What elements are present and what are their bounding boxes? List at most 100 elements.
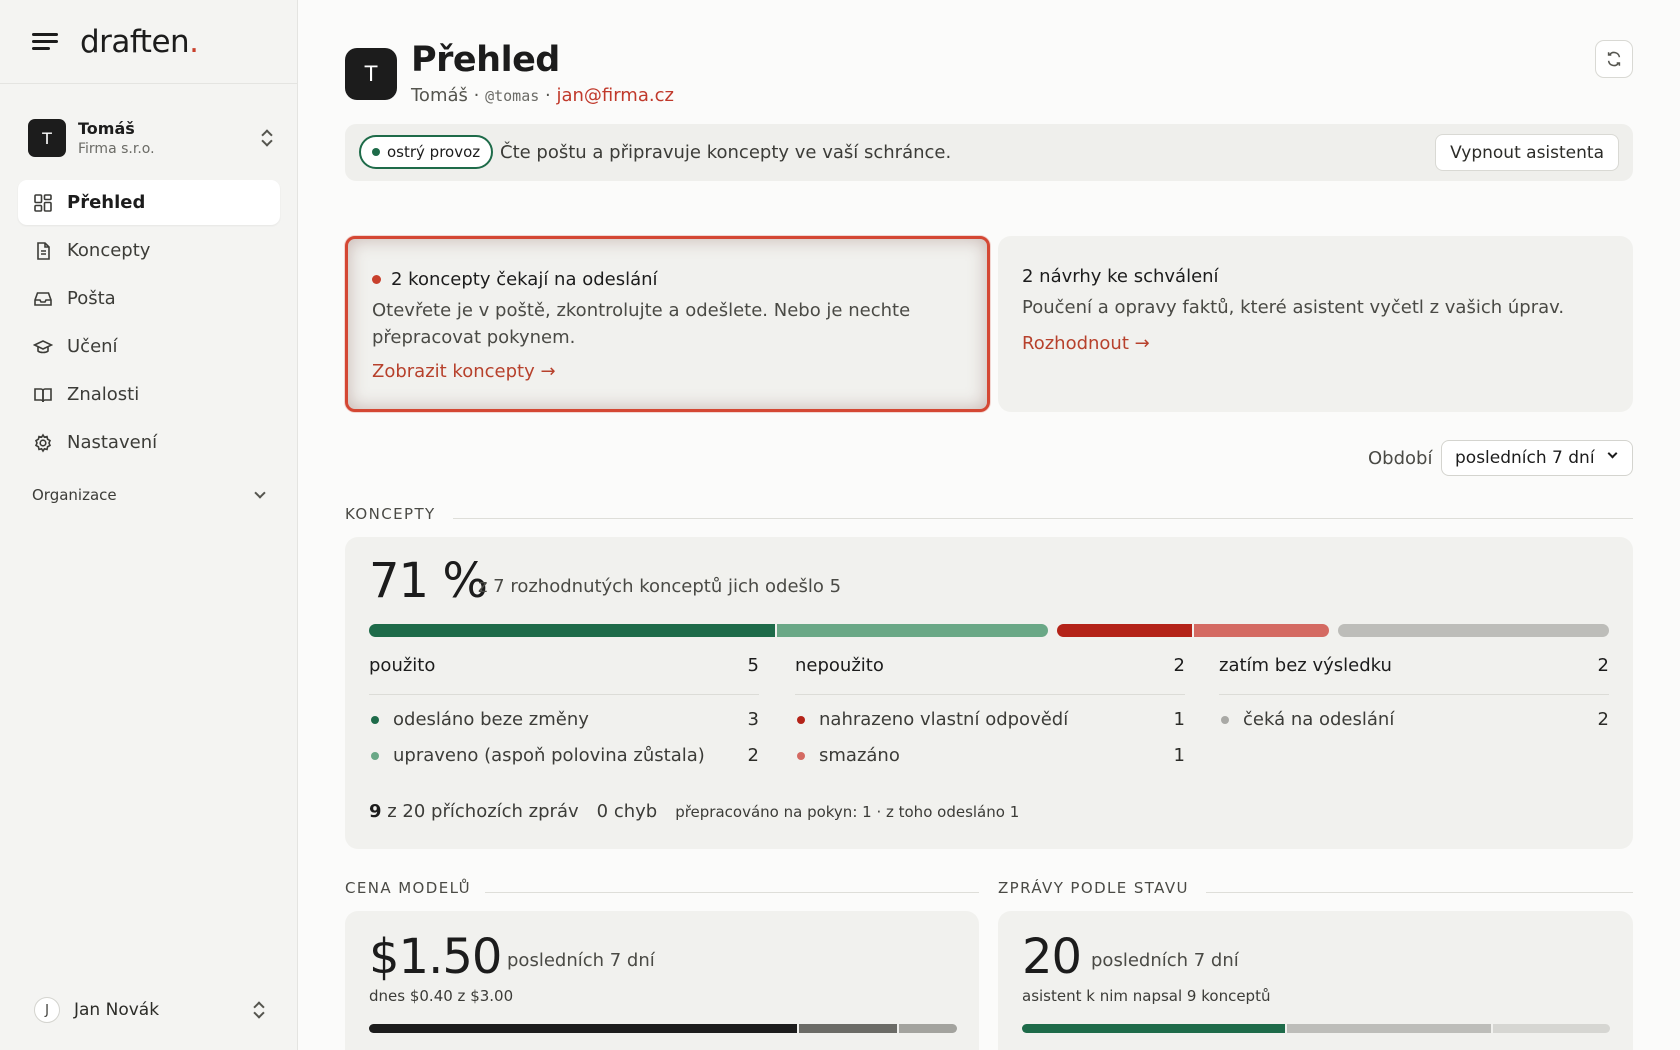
document-icon [33, 241, 53, 261]
messages-period: posledních 7 dní [1091, 950, 1239, 971]
drafts-waiting-title: 2 koncepty čekají na odeslání [372, 269, 658, 290]
refresh-button[interactable] [1595, 40, 1633, 78]
page-header: T Přehled Tomáš · @tomas · jan@firma.cz [345, 40, 1633, 112]
sidebar-item-prehled[interactable]: Přehled [18, 180, 280, 225]
chevron-down-icon [1607, 448, 1618, 459]
reworked-stats: přepracováno na pokyn: 1 · z toho odeslá… [675, 803, 1020, 821]
column-used: použito 5 odesláno beze změny 3 upraveno (… [369, 655, 759, 773]
column-pending: zatím bez výsledku 2 čeká na odeslání 2 [1219, 655, 1609, 737]
drafts-waiting-card: 2 koncepty čekají na odeslání Otevřete j… [345, 236, 990, 412]
bar-seg-replaced [1056, 624, 1192, 637]
assistant-status-bar: ostrý provoz Čte poštu a připravuje konc… [345, 124, 1633, 181]
org-subtitle: Firma s.r.o. [78, 141, 155, 157]
refresh-icon [1607, 51, 1621, 67]
org-avatar: T [28, 119, 66, 157]
page-meta: Tomáš · @tomas · jan@firma.cz [411, 85, 674, 106]
chevron-down-icon [254, 487, 266, 499]
row-deleted: smazáno 1 [795, 737, 1185, 773]
section-cost-label: CENA MODELŮ [345, 879, 471, 897]
section-divider [485, 892, 979, 893]
bar-seg-edited [777, 624, 1048, 637]
cost-seg-3 [898, 1024, 957, 1033]
row-sent-unchanged: odesláno beze změny 3 [369, 701, 759, 737]
column-pending-header: zatím bez výsledku 2 [1219, 655, 1609, 695]
disable-assistant-button[interactable]: Vypnout asistenta [1435, 134, 1619, 171]
status-description: Čte poštu a připravuje koncepty ve vaší … [500, 142, 952, 163]
status-badge: ostrý provoz [359, 135, 494, 169]
bar-seg-sent-unchanged [369, 624, 775, 637]
bar-seg-pending [1338, 624, 1609, 637]
sidebar-item-uceni[interactable]: Učení [18, 324, 280, 369]
messages-card: 20 posledních 7 dní asistent k nim napsa… [998, 911, 1633, 1050]
show-drafts-link[interactable]: Zobrazit koncepty → [372, 361, 556, 382]
legend-dot [797, 716, 805, 724]
sidebar-item-label: Koncepty [67, 240, 151, 261]
chevron-updown-icon [252, 1000, 266, 1020]
success-subtitle: z 7 rozhodnutých konceptů jich odešlo 5 [478, 576, 842, 597]
page-title: Přehled [411, 40, 560, 80]
logo[interactable]: draften. [80, 24, 199, 60]
org-switcher[interactable]: T Tomáš Firma s.r.o. [28, 114, 274, 162]
organizace-section-toggle[interactable]: Organizace [32, 486, 268, 504]
proposals-card: 2 návrhy ke schválení Poučení a opravy f… [998, 236, 1633, 412]
status-badge-label: ostrý provoz [387, 143, 481, 161]
graduation-cap-icon [33, 337, 53, 357]
meta-handle: @tomas [485, 87, 540, 105]
sidebar-item-label: Přehled [67, 192, 146, 213]
decide-link[interactable]: Rozhodnout → [1022, 333, 1150, 354]
legend-dot [1221, 716, 1229, 724]
period-select[interactable]: posledních 7 dní [1441, 440, 1633, 476]
status-dot [372, 148, 380, 156]
period-value: posledních 7 dní [1455, 448, 1595, 468]
brand-bar: draften. [0, 0, 297, 84]
sidebar-item-label: Nastavení [67, 432, 158, 453]
incoming-text: z 20 příchozích zpráv [387, 801, 579, 822]
msg-seg-3 [1493, 1024, 1610, 1033]
row-waiting: čeká na odeslání 2 [1219, 701, 1609, 737]
book-icon [33, 385, 53, 405]
incoming-count: 9 [369, 801, 382, 822]
cost-seg-1 [369, 1024, 798, 1033]
user-name: Jan Novák [74, 1000, 160, 1020]
grid-icon [33, 193, 53, 213]
legend-dot [371, 752, 379, 760]
org-name: Tomáš [78, 119, 135, 138]
sidebar-item-label: Učení [67, 336, 118, 357]
alert-dot [372, 275, 381, 284]
meta-email[interactable]: jan@firma.cz [556, 85, 674, 106]
legend-dot [797, 752, 805, 760]
error-count: 0 chyb [596, 801, 658, 822]
sidebar-item-posta[interactable]: Pošta [18, 276, 280, 321]
sidebar-item-label: Znalosti [67, 384, 140, 405]
sidebar-item-koncepty[interactable]: Koncepty [18, 228, 280, 273]
cost-today: dnes $0.40 z $3.00 [369, 987, 514, 1005]
bar-seg-deleted [1194, 624, 1330, 637]
messages-count: 20 [1022, 929, 1082, 985]
success-percent: 71 % [369, 553, 488, 609]
user-avatar-large: T [345, 48, 397, 100]
msg-seg-2 [1286, 1024, 1492, 1033]
sidebar-nav: Přehled Koncepty Pošta Učení Znalosti Na… [18, 180, 280, 468]
menu-icon[interactable] [32, 33, 58, 50]
proposals-description: Poučení a opravy faktů, které asistent v… [1022, 297, 1565, 318]
user-switcher[interactable]: J Jan Novák [34, 994, 266, 1026]
column-unused-header: nepoužito 2 [795, 655, 1185, 695]
sidebar-item-label: Pošta [67, 288, 116, 309]
koncepty-outcome-bar [369, 624, 1609, 637]
chevron-updown-icon [260, 128, 274, 148]
drafts-waiting-description: Otevřete je v poště, zkontrolujte a odeš… [372, 300, 911, 348]
meta-name: Tomáš [411, 85, 468, 106]
user-avatar: J [34, 997, 60, 1023]
gear-icon [33, 433, 53, 453]
cost-seg-2 [799, 1024, 897, 1033]
koncepty-card: 71 % z 7 rozhodnutých konceptů jich odeš… [345, 537, 1633, 849]
period-label: Období [1368, 448, 1433, 469]
row-edited: upraveno (aspoň polovina zůstala) 2 [369, 737, 759, 773]
column-used-header: použito 5 [369, 655, 759, 695]
inbox-icon [33, 289, 53, 309]
sidebar-item-nastaveni[interactable]: Nastavení [18, 420, 280, 465]
section-messages-label: ZPRÁVY PODLE STAVU [998, 879, 1189, 897]
messages-bar [1022, 1024, 1610, 1033]
sidebar-item-znalosti[interactable]: Znalosti [18, 372, 280, 417]
cost-value: $1.50 [369, 929, 502, 985]
